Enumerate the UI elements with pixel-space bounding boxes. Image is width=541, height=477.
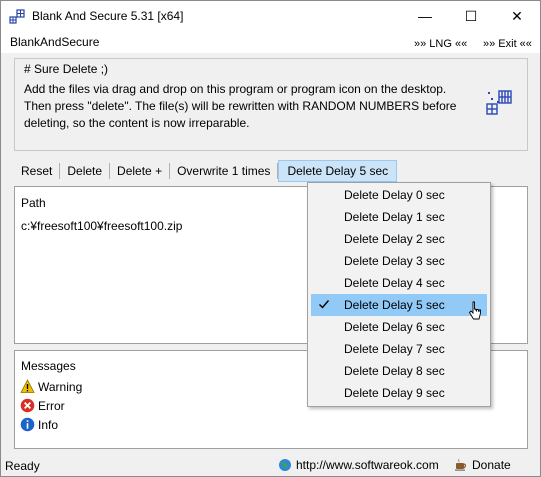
menu-item-label: Delete Delay 6 sec [344, 320, 445, 334]
app-icon [9, 9, 25, 24]
maximize-button[interactable]: ☐ [448, 1, 494, 31]
menu-item-delay-3[interactable]: Delete Delay 3 sec [311, 250, 487, 272]
shredder-logo-icon [486, 90, 512, 115]
delete-delay-button[interactable]: Delete Delay 5 sec [278, 160, 398, 182]
menu-exit[interactable]: »» Exit «« [483, 38, 532, 50]
menu-item-delay-0[interactable]: Delete Delay 0 sec [311, 184, 487, 206]
info-groupbox: # Sure Delete ;) Add the files via drag … [14, 58, 528, 151]
list-item[interactable]: Info [20, 417, 58, 432]
menu-item-delay-1[interactable]: Delete Delay 1 sec [311, 206, 487, 228]
delete-delay-menu: Delete Delay 0 sec Delete Delay 1 sec De… [307, 182, 491, 407]
minimize-button[interactable]: — [402, 1, 448, 31]
menu-item-delay-2[interactable]: Delete Delay 2 sec [311, 228, 487, 250]
info-legend: # Sure Delete ;) [24, 62, 109, 76]
path-column-header[interactable]: Path [21, 196, 46, 210]
website-link[interactable]: http://www.softwareok.com [278, 458, 439, 472]
status-text: Ready [5, 459, 40, 473]
donate-link[interactable]: Donate [454, 458, 511, 472]
error-icon [20, 398, 35, 413]
minimize-icon: — [418, 8, 432, 24]
menu-item-delay-9[interactable]: Delete Delay 9 sec [311, 382, 487, 404]
delete-button[interactable]: Delete [60, 160, 109, 182]
menu-item-label: Delete Delay 7 sec [344, 342, 445, 356]
menu-item-label: Delete Delay 9 sec [344, 386, 445, 400]
window-title: Blank And Secure 5.31 [x64] [32, 9, 184, 23]
messages-column-header[interactable]: Messages [21, 359, 76, 373]
menu-item-delay-5[interactable]: Delete Delay 5 sec [311, 294, 487, 316]
overwrite-button[interactable]: Overwrite 1 times [170, 160, 277, 182]
info-description: Add the files via drag and drop on this … [24, 81, 464, 132]
close-button[interactable]: ✕ [494, 1, 540, 31]
message-warning-label: Warning [38, 379, 83, 394]
website-link-label: http://www.softwareok.com [296, 458, 439, 472]
toolbar: Reset Delete Delete + Overwrite 1 times … [14, 160, 398, 182]
menu-item-label: Delete Delay 3 sec [344, 254, 445, 268]
menu-item-label: Delete Delay 8 sec [344, 364, 445, 378]
menu-item-delay-8[interactable]: Delete Delay 8 sec [311, 360, 487, 382]
coffee-cup-icon [455, 458, 467, 471]
maximize-icon: ☐ [464, 7, 478, 24]
info-line-2: Then press "delete". The file(s) will be… [24, 99, 457, 113]
message-error-label: Error [38, 398, 65, 413]
donate-label: Donate [472, 458, 511, 472]
delete-plus-button[interactable]: Delete + [110, 160, 169, 182]
menu-item-label: Delete Delay 0 sec [344, 188, 445, 202]
menu-item-label: Delete Delay 5 sec [344, 298, 445, 312]
info-line-1: Add the files via drag and drop on this … [24, 82, 447, 96]
title-bar[interactable]: Blank And Secure 5.31 [x64] — ☐ ✕ [1, 1, 540, 31]
info-icon [20, 417, 35, 432]
close-icon: ✕ [511, 7, 523, 24]
menu-item-label: Delete Delay 4 sec [344, 276, 445, 290]
menu-bar: BlankAndSecure »» LNG «« »» Exit «« [1, 31, 540, 53]
menu-item-delay-4[interactable]: Delete Delay 4 sec [311, 272, 487, 294]
list-item[interactable]: c:¥freesoft100¥freesoft100.zip [21, 219, 182, 233]
menu-item-label: Delete Delay 1 sec [344, 210, 445, 224]
reset-button[interactable]: Reset [14, 160, 59, 182]
info-line-3: deleting, so the content is now irrepara… [24, 116, 250, 130]
list-item[interactable]: Warning [20, 379, 82, 394]
menu-language[interactable]: »» LNG «« [414, 38, 467, 50]
list-item[interactable]: Error [20, 398, 65, 413]
menu-item-delay-7[interactable]: Delete Delay 7 sec [311, 338, 487, 360]
warning-icon [20, 379, 35, 393]
mouse-cursor-icon [468, 301, 481, 320]
menu-brand[interactable]: BlankAndSecure [10, 35, 99, 49]
menu-item-delay-6[interactable]: Delete Delay 6 sec [311, 316, 487, 338]
checkmark-icon [319, 300, 330, 309]
status-bar: Ready http://www.softwareok.com Donate [1, 455, 540, 476]
menu-item-label: Delete Delay 2 sec [344, 232, 445, 246]
message-info-label: Info [38, 417, 59, 432]
globe-icon [279, 459, 291, 471]
app-window: Blank And Secure 5.31 [x64] — ☐ ✕ BlankA… [0, 0, 541, 477]
